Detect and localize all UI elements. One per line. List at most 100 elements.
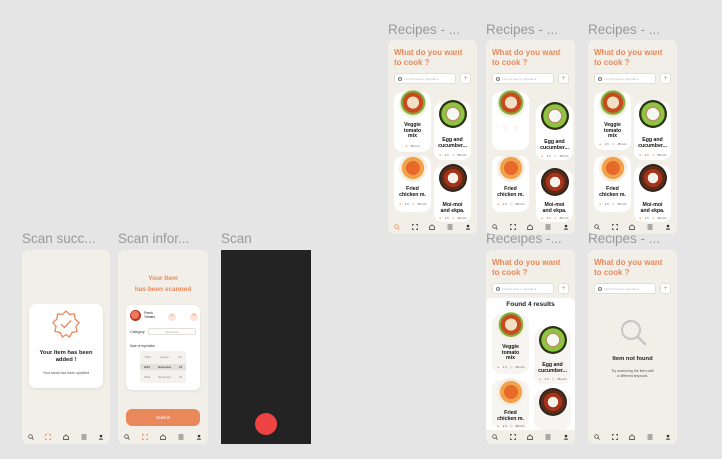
heart-icon: ♡ (503, 126, 508, 132)
bottom-nav (486, 220, 575, 234)
bottom-nav (588, 430, 677, 444)
search-icon[interactable] (492, 434, 498, 440)
scan-icon[interactable] (142, 434, 148, 440)
recipe-meta: ▲ 1 h ◷ 45 min (540, 154, 569, 158)
list-icon[interactable] (647, 434, 653, 440)
recipe-name: Egg and cucumber... (438, 137, 467, 149)
recipe-card[interactable]: Fried chicken m. ▲ 1 h ◷ 45 min (492, 378, 529, 428)
frame-title-scan-info: Scan infor... (118, 231, 190, 246)
home-icon[interactable] (429, 224, 436, 230)
list-icon[interactable] (545, 224, 551, 230)
home-icon[interactable] (527, 434, 534, 440)
search-icon (496, 77, 500, 81)
search-icon[interactable] (594, 224, 600, 230)
profile-icon[interactable] (98, 434, 104, 440)
scan-icon[interactable] (45, 434, 52, 440)
list-icon[interactable] (81, 434, 87, 440)
list-icon[interactable] (447, 224, 453, 230)
search-icon[interactable] (394, 224, 400, 230)
scan-icon[interactable] (411, 224, 418, 230)
recipe-card[interactable]: Egg and cucumber... ▲ 1 h ◷ 45 min (634, 100, 671, 160)
scan-icon[interactable] (509, 224, 516, 230)
search-icon[interactable] (28, 434, 34, 440)
date-picker[interactable]: 2022 August 01 2023 September 02 2024 Novembe… (140, 351, 186, 383)
add-button[interactable]: + (660, 73, 671, 84)
recipe-card[interactable]: Moi-moi and ekpa. ▲ 1 h ◷ 45 min (634, 164, 671, 222)
recipe-card[interactable] (534, 388, 571, 430)
recipe-card[interactable]: Fried chicken m. ▲ 1 h ◷ 45 min (394, 154, 431, 212)
search-icon[interactable] (492, 224, 498, 230)
search-input[interactable]: Find for food or ingredient... (394, 73, 456, 84)
recipe-card[interactable]: Egg and cucumber... ▲ 1 h ◷ 45 min (536, 102, 573, 160)
scan-icon[interactable] (611, 224, 618, 230)
recipe-name: Fried chicken m. (599, 186, 626, 198)
add-button[interactable]: + (460, 73, 471, 84)
home-icon[interactable] (527, 224, 534, 230)
decrement-button[interactable]: − (168, 313, 176, 321)
category-select[interactable]: Vegetables (148, 328, 196, 335)
list-icon[interactable] (647, 224, 653, 230)
shutter-button[interactable] (255, 413, 277, 435)
add-button[interactable]: + (558, 283, 569, 294)
recipe-card[interactable]: Fried chicken m. ▲ 1 h ◷ 45 min (492, 154, 529, 212)
search-icon (398, 77, 402, 81)
recipe-card[interactable]: Egg and cucumber... ▲ 1 h ◷ 45 min (534, 326, 571, 384)
not-found-title: Item not found (612, 356, 653, 362)
date-row[interactable]: 2022 August 01 (140, 355, 186, 359)
recipe-name: Moi-moi and ekpa. (542, 202, 567, 214)
recipe-card[interactable]: Veggie tomato mix ▲ 1 h ◷ 45 min (594, 90, 631, 150)
list-icon[interactable] (545, 434, 551, 440)
home-icon[interactable] (63, 434, 69, 440)
profile-icon[interactable] (196, 434, 202, 440)
scan-icon[interactable] (509, 434, 516, 440)
food-image (497, 154, 525, 182)
success-subtitle: Your stock has been updated (42, 371, 90, 375)
food-image (541, 102, 569, 130)
profile-icon[interactable] (665, 434, 671, 440)
search-icon[interactable] (124, 434, 130, 440)
home-icon[interactable] (629, 224, 636, 230)
recipe-name: Veggie tomato mix (603, 122, 622, 140)
recipe-card[interactable]: Fried chicken m. ▲ 1 h ◷ 45 min (594, 154, 631, 212)
home-icon[interactable] (160, 434, 166, 440)
heart-icon: ♡ (513, 126, 518, 132)
add-button[interactable]: + (660, 283, 671, 294)
food-image (399, 90, 427, 118)
profile-icon[interactable] (563, 434, 569, 440)
food-image (599, 90, 627, 118)
recipe-card[interactable]: ♡ ♡ (492, 90, 529, 150)
list-icon[interactable] (178, 434, 184, 440)
search-icon (620, 319, 647, 346)
search-input[interactable]: Find for food or ingredient... (492, 283, 554, 294)
date-row-selected[interactable]: 2023 September 02 (140, 364, 186, 370)
home-icon[interactable] (629, 434, 636, 440)
frame-title-recipes-b: Recipes - ... (486, 22, 559, 37)
submit-button[interactable]: Submit (126, 409, 200, 426)
search-input[interactable]: Find for food or ingredient... (594, 73, 656, 84)
food-image (439, 100, 467, 128)
recipe-card[interactable]: Egg and cucumber... ▲ 1 h ◷ 45 min (434, 100, 471, 160)
not-found-subtitle: Try searching the item with a different k… (611, 369, 654, 378)
search-input[interactable]: Find for food or ingredient... (594, 283, 656, 294)
food-image (539, 326, 567, 354)
add-button[interactable]: + (558, 73, 569, 84)
date-row[interactable]: 2024 November 03 (140, 375, 186, 379)
search-icon[interactable] (594, 434, 600, 440)
recipe-card[interactable]: Moi-moi and ekpa. ▲ 1 h ◷ 45 min (434, 164, 471, 222)
profile-icon[interactable] (465, 224, 471, 230)
recipe-card[interactable]: Veggie tomato mix ♥ 35 min (394, 90, 431, 152)
recipes-screen-c: What do you want to cook ? Find for food … (588, 40, 677, 234)
recipe-card[interactable]: Moi-moi and ekpa. ▲ 1 h ◷ 45 min (536, 168, 573, 222)
expiration-label: Date of expiration (130, 344, 155, 348)
food-image (497, 90, 525, 118)
increment-button[interactable]: + (190, 313, 198, 321)
recipe-card[interactable]: Veggie tomato mix ▲ 1 h ◷ 45 min (492, 312, 529, 374)
profile-icon[interactable] (665, 224, 671, 230)
food-image (599, 154, 627, 182)
scan-icon[interactable] (611, 434, 618, 440)
search-input[interactable]: Find for food or ingredient... (492, 73, 554, 84)
recipes-heading: What do you want to cook ? (492, 48, 561, 67)
search-icon (598, 77, 602, 81)
recipes-heading: What do you want to cook ? (594, 48, 663, 67)
profile-icon[interactable] (563, 224, 569, 230)
